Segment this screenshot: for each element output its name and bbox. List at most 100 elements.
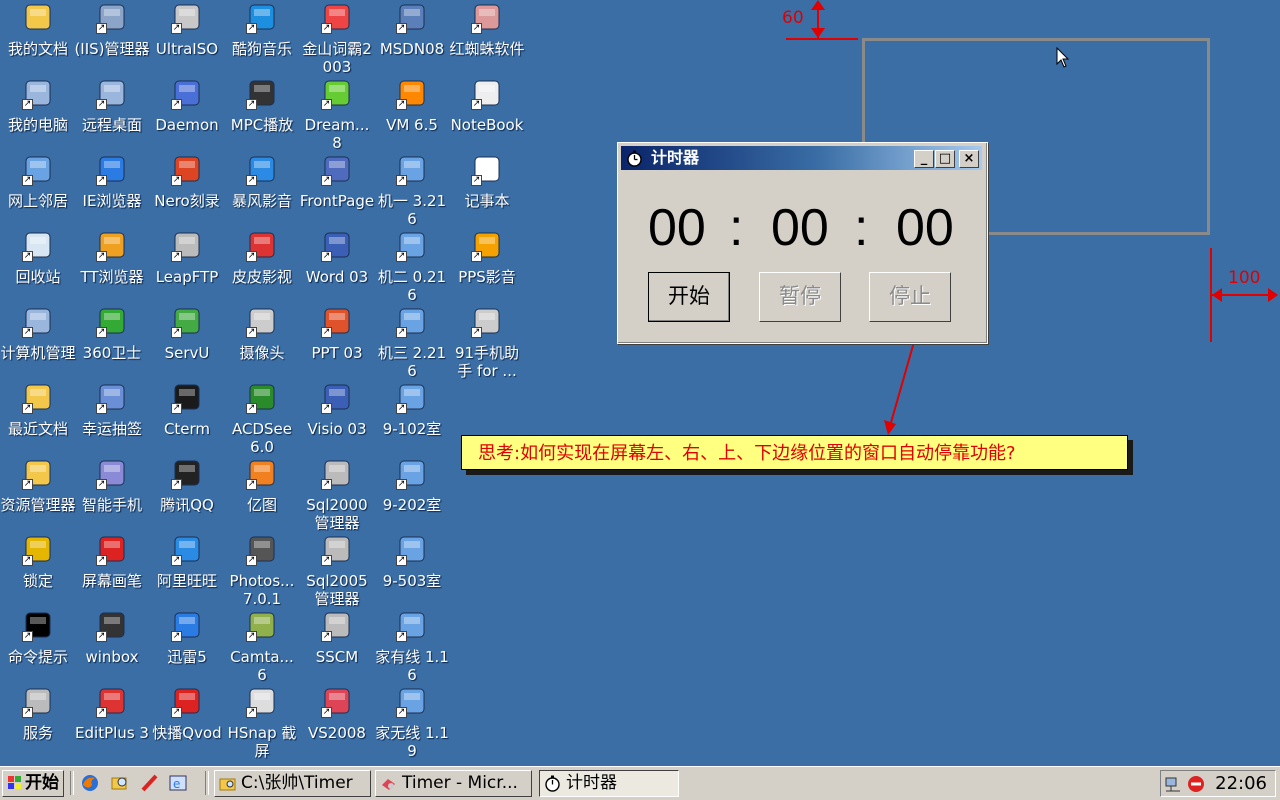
desktop-icon[interactable]: ↗ 摄像头 — [224, 306, 300, 362]
desktop-icon[interactable]: ↗ 机二 0.216 — [374, 230, 450, 304]
desktop-icon[interactable]: ↗ 家无线 1.19 — [374, 686, 450, 760]
ie-quicklaunch-icon[interactable]: e — [168, 773, 188, 793]
ie-icon: ↗ — [96, 154, 128, 186]
network-tray-icon[interactable] — [1164, 774, 1184, 794]
timer-title-bar[interactable]: 计时器 _ □ × — [621, 146, 982, 170]
pen-quicklaunch-icon[interactable] — [140, 773, 160, 793]
desktop-icon[interactable]: ↗ winbox — [74, 610, 150, 666]
desktop-icon[interactable]: ↗ 亿图 — [224, 458, 300, 514]
task-label: C:\张帅\Timer — [241, 773, 353, 793]
firefox-quicklaunch-icon[interactable] — [80, 773, 100, 793]
desktop-icon[interactable]: ↗ EditPlus 3 — [74, 686, 150, 742]
desktop-icon[interactable]: ↗ Photos... 7.0.1 — [224, 534, 300, 608]
pause-timer-button[interactable]: 暂停 — [759, 272, 841, 322]
desktop-icon[interactable]: ↗ SSCM — [299, 610, 375, 666]
desktop-icon[interactable]: 我的文档 — [0, 2, 76, 58]
desktop-icon[interactable]: ↗ Cterm — [149, 382, 225, 438]
desktop-icon[interactable]: ↗ Word 03 — [299, 230, 375, 286]
desktop-icon[interactable]: ↗ 命令提示 — [0, 610, 76, 666]
desktop-icon[interactable]: ↗ (IIS)管理器 — [74, 2, 150, 58]
desktop-icon[interactable]: ↗ 资源管理器 — [0, 458, 76, 514]
desktop-icon[interactable]: ↗ IE浏览器 — [74, 154, 150, 210]
desktop-icon-label: SSCM — [315, 648, 359, 666]
lucky-draw-icon: ↗ — [96, 382, 128, 414]
desktop-icon[interactable]: ↗ ACDSee 6.0 — [224, 382, 300, 456]
desktop-icon[interactable]: ↗ 机一 3.216 — [374, 154, 450, 228]
right-arrow-right — [1268, 288, 1278, 302]
desktop-icon[interactable]: ↗ TT浏览器 — [74, 230, 150, 286]
shortcut-arrow-icon: ↗ — [246, 403, 257, 414]
desktop-icon[interactable]: ↗ HSnap 截屏 — [224, 686, 300, 760]
desktop-icon[interactable]: ↗ 记事本 — [449, 154, 525, 210]
desktop-icon[interactable]: ↗ Camta... 6 — [224, 610, 300, 684]
desktop-icon[interactable]: ↗ Sql2005管理器 — [299, 534, 375, 608]
desktop-icon[interactable]: ↗ Dream... 8 — [299, 78, 375, 152]
start-button[interactable]: 开始 — [2, 770, 64, 797]
clock[interactable]: 22:06 — [1215, 773, 1267, 795]
desktop-icon[interactable]: ↗ 远程桌面 — [74, 78, 150, 134]
task-visual-studio[interactable]: Timer - Micr... — [375, 770, 532, 797]
task-timer[interactable]: 计时器 — [539, 770, 679, 797]
maximize-button[interactable]: □ — [935, 150, 955, 168]
cterm-icon: ↗ — [171, 382, 203, 414]
shortcut-arrow-icon: ↗ — [171, 479, 182, 490]
close-button[interactable]: × — [959, 150, 979, 168]
task-explorer-timer-folder[interactable]: C:\张帅\Timer — [214, 770, 371, 797]
desktop-icon[interactable]: ↗ PPT 03 — [299, 306, 375, 362]
desktop-icon[interactable]: ↗ 最近文档 — [0, 382, 76, 438]
desktop-icon[interactable]: ↗ 回收站 — [0, 230, 76, 286]
desktop-icon[interactable]: ↗ VM 6.5 — [374, 78, 450, 134]
desktop-icon[interactable]: ↗ 金山词霸2003 — [299, 2, 375, 76]
desktop-icon[interactable]: ↗ 智能手机 — [74, 458, 150, 514]
desktop-icon[interactable]: ↗ 红蜘蛛软件 — [449, 2, 525, 58]
search-quicklaunch-icon[interactable] — [110, 773, 130, 793]
desktop-icon[interactable]: ↗ Sql2000管理器 — [299, 458, 375, 532]
desktop-icon[interactable]: ↗ 网上邻居 — [0, 154, 76, 210]
desktop-icon[interactable]: ↗ 9-503室 — [374, 534, 450, 590]
desktop-icon[interactable]: ↗ 机三 2.216 — [374, 306, 450, 380]
desktop-icon[interactable]: ↗ 屏幕画笔 — [74, 534, 150, 590]
stop-timer-button[interactable]: 停止 — [869, 272, 951, 322]
desktop-icon[interactable]: ↗ UltraISO — [149, 2, 225, 58]
stop-tray-icon[interactable] — [1186, 774, 1206, 794]
desktop-icon[interactable]: ↗ FrontPage — [299, 154, 375, 210]
shortcut-arrow-icon: ↗ — [246, 327, 257, 338]
desktop-icon[interactable]: ↗ 阿里旺旺 — [149, 534, 225, 590]
shortcut-arrow-icon: ↗ — [96, 251, 107, 262]
desktop-icon[interactable]: ↗ VS2008 — [299, 686, 375, 742]
desktop-icon[interactable]: ↗ 9-202室 — [374, 458, 450, 514]
desktop-icon[interactable]: ↗ 计算机管理 — [0, 306, 76, 362]
desktop-icon[interactable]: ↗ NoteBook — [449, 78, 525, 134]
desktop-icon[interactable]: ↗ PPS影音 — [449, 230, 525, 286]
desktop-icon[interactable]: ↗ 幸运抽签 — [74, 382, 150, 438]
desktop-icon[interactable]: ↗ 360卫士 — [74, 306, 150, 362]
desktop-icon[interactable]: ↗ 皮皮影视 — [224, 230, 300, 286]
desktop-icon[interactable]: ↗ LeapFTP — [149, 230, 225, 286]
desktop-icon[interactable]: ↗ MPC播放 — [224, 78, 300, 134]
desktop-icon[interactable]: ↗ Daemon — [149, 78, 225, 134]
desktop-icon[interactable]: ↗ 服务 — [0, 686, 76, 742]
desktop-icon[interactable]: ↗ 锁定 — [0, 534, 76, 590]
desktop-icon-label: Nero刻录 — [154, 192, 220, 210]
desktop-icon[interactable]: ↗ 暴风影音 — [224, 154, 300, 210]
desktop-icon[interactable]: ↗ Nero刻录 — [149, 154, 225, 210]
desktop-icon[interactable]: ↗ MSDN08 — [374, 2, 450, 58]
desktop-icon[interactable]: ↗ 快播Qvod — [149, 686, 225, 742]
start-timer-button[interactable]: 开始 — [648, 272, 730, 322]
shortcut-arrow-icon: ↗ — [396, 99, 407, 110]
desktop-icon[interactable]: ↗ 我的电脑 — [0, 78, 76, 134]
desktop-icon-label: Dream... 8 — [304, 116, 370, 152]
desktop-icon[interactable]: ↗ Visio 03 — [299, 382, 375, 438]
shortcut-arrow-icon: ↗ — [321, 175, 332, 186]
right-arrow-left — [1212, 288, 1222, 302]
desktop-icon[interactable]: ↗ 腾讯QQ — [149, 458, 225, 514]
desktop-icon[interactable]: ↗ 迅雷5 — [149, 610, 225, 666]
desktop-icon[interactable]: ↗ 91手机助手 for ... — [449, 306, 525, 380]
shortcut-arrow-icon: ↗ — [96, 99, 107, 110]
desktop-icon[interactable]: ↗ ServU — [149, 306, 225, 362]
desktop-icon-label: 记事本 — [464, 192, 510, 210]
desktop-icon[interactable]: ↗ 家有线 1.16 — [374, 610, 450, 684]
desktop-icon[interactable]: ↗ 酷狗音乐 — [224, 2, 300, 58]
desktop-icon[interactable]: ↗ 9-102室 — [374, 382, 450, 438]
minimize-button[interactable]: _ — [914, 150, 934, 168]
